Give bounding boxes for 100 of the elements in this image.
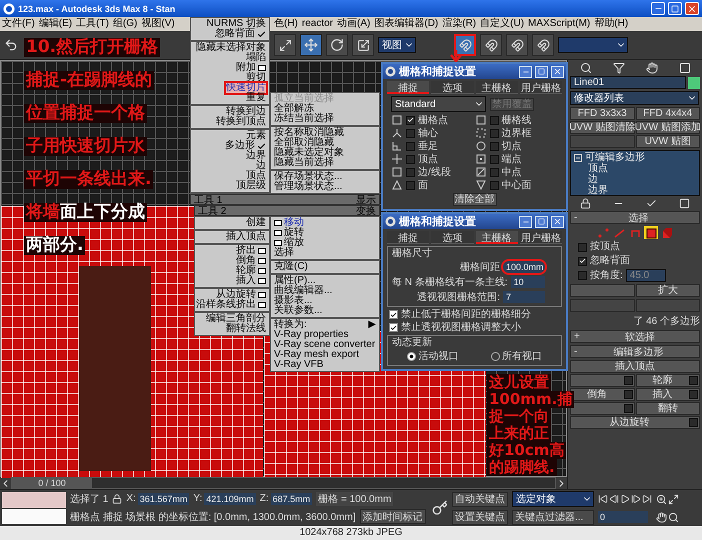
coordinate-field[interactable]: 421.109mm	[204, 492, 256, 505]
set-key-button[interactable]: 设置关键点	[452, 510, 508, 524]
menu-item[interactable]: V-Ray properties	[271, 330, 379, 340]
coordinate-field[interactable]: 361.567mm	[138, 492, 190, 505]
rotate-button[interactable]	[326, 34, 348, 56]
number-field[interactable]: 7	[503, 291, 545, 303]
menu-item[interactable]: 创建	[195, 218, 269, 228]
option-box-icon[interactable]	[258, 302, 266, 308]
modifier-button[interactable]: UVW 贴图添加	[636, 121, 700, 134]
snap-toggle-button[interactable]	[532, 34, 554, 56]
modifier-button[interactable]: UVW 贴图	[636, 135, 700, 148]
option-box-icon[interactable]	[258, 278, 266, 284]
add-time-tag-button[interactable]: 添加时间标记	[360, 509, 426, 524]
checkbox[interactable]	[406, 128, 415, 138]
sub-object-button[interactable]	[644, 226, 658, 239]
rollout-header[interactable]: - 编辑多边形	[570, 345, 700, 358]
menu-item[interactable]: 选择	[271, 248, 379, 258]
menu-item[interactable]: 顶层级	[191, 181, 269, 191]
menu-item[interactable]: V-Ray mesh export	[271, 350, 379, 360]
go-to-end-icon[interactable]	[642, 494, 652, 504]
menu-item[interactable]: 渲染(R)	[440, 17, 478, 31]
menu-item[interactable]: 动画(A)	[335, 17, 372, 31]
coordinate-field[interactable]: 687.5mm	[270, 492, 312, 505]
snap-toggle-button[interactable]	[506, 34, 528, 56]
menu-item[interactable]: 全部取消隐藏	[271, 138, 379, 148]
checkbox[interactable]	[490, 154, 498, 164]
edit-button[interactable]: 插入顶点	[570, 360, 700, 373]
checkbox[interactable]	[578, 271, 587, 280]
checkbox[interactable]	[490, 142, 498, 150]
menu-item[interactable]: 沿样条线挤出	[195, 300, 269, 310]
play-icon[interactable]	[620, 494, 630, 504]
key-filters-button[interactable]: 关键点过滤器...	[512, 510, 594, 525]
tab[interactable]: 主栅格	[476, 81, 518, 94]
menu-item[interactable]: 克隆(C)	[271, 262, 379, 272]
stack-item[interactable]: 可编辑多边形	[585, 152, 645, 163]
menu-item[interactable]: reactor	[300, 17, 336, 31]
menu-item[interactable]: 转换为: ▶	[271, 320, 379, 330]
menu-item[interactable]: 插入顶点	[195, 232, 269, 242]
stack-item[interactable]: 顶点	[588, 163, 608, 174]
menu-item[interactable]: 编辑(E)	[36, 17, 74, 31]
menu-item[interactable]: V-Ray VFB	[271, 360, 379, 370]
menu-item[interactable]: 重复	[191, 93, 269, 103]
option-box-icon[interactable]	[274, 220, 282, 226]
menu-item[interactable]: 视图(V)	[139, 17, 177, 31]
go-to-start-icon[interactable]	[598, 494, 608, 504]
menu-item[interactable]: 轮廓	[195, 266, 269, 276]
menu-item[interactable]: 顶点	[191, 171, 269, 181]
edit-button[interactable]: 从边旋转	[570, 416, 700, 429]
stack-item[interactable]: 边	[588, 174, 598, 185]
menu-item[interactable]: 插入	[195, 276, 269, 286]
object-color-swatch[interactable]	[688, 76, 700, 88]
tab[interactable]: 用户栅格	[520, 81, 562, 94]
number-field[interactable]: 10	[510, 276, 545, 288]
menu-item[interactable]: 隐藏未选择对象	[191, 43, 269, 53]
menu-item[interactable]: 工具(T)	[74, 17, 111, 31]
menu-item[interactable]: 摄影表...	[271, 296, 379, 306]
zoom-extents-icon[interactable]	[668, 494, 679, 504]
menu-item[interactable]: 属性(P)...	[271, 276, 379, 286]
menu-item[interactable]: 组(G)	[110, 17, 140, 31]
snap-toggle-button[interactable]	[480, 34, 502, 56]
frame-field[interactable]: 0	[598, 510, 648, 522]
option-box-icon[interactable]	[258, 268, 266, 274]
edit-button[interactable]: 插入	[636, 388, 700, 401]
menu-item[interactable]: 文件(F)	[0, 17, 37, 31]
checkbox[interactable]	[578, 256, 587, 266]
checkbox[interactable]	[389, 310, 398, 319]
time-slider-thumb[interactable]: 0 / 100	[12, 478, 92, 488]
undo-icon[interactable]	[4, 38, 18, 52]
tab[interactable]: 选项	[431, 81, 474, 94]
next-frame-icon[interactable]	[631, 494, 641, 504]
checkbox[interactable]	[389, 323, 398, 332]
menu-item[interactable]: 挤出	[195, 246, 269, 256]
key-mode-dropdown[interactable]: 选定对象	[512, 491, 594, 508]
menu-item[interactable]: 转换到边	[191, 107, 269, 117]
modifier-button[interactable]: FFD 3x3x3	[570, 107, 634, 120]
menu-item[interactable]: 剪切	[191, 73, 269, 83]
menu-item[interactable]: 翻转法线	[195, 324, 269, 334]
edit-button[interactable]: 翻转	[636, 402, 700, 415]
menu-item[interactable]: 色(H)	[272, 17, 300, 31]
checkbox[interactable]	[406, 154, 415, 164]
preset-dropdown[interactable]: Standard	[391, 96, 486, 112]
menu-item[interactable]: 缩放	[271, 238, 379, 248]
menu-item[interactable]: 全部解冻	[271, 104, 379, 114]
radio-button[interactable]	[407, 352, 416, 360]
menu-item[interactable]: 转换到顶点	[191, 117, 269, 127]
modifier-button[interactable]: UVW 贴图清除	[570, 121, 634, 134]
menu-item[interactable]: 自定义(U)	[478, 17, 526, 31]
menu-item[interactable]: 图表编辑器(D)	[372, 17, 440, 31]
collapse-icon[interactable]	[574, 154, 582, 162]
settings-box-icon[interactable]	[624, 404, 632, 413]
checkbox[interactable]	[490, 128, 498, 138]
region-select-button[interactable]	[274, 34, 296, 56]
tab[interactable]: 主栅格	[476, 231, 518, 244]
rollout-header[interactable]: - 选择	[570, 211, 700, 224]
object-name-field[interactable]: Line01	[570, 76, 686, 89]
zoom-icon[interactable]	[656, 494, 667, 504]
option-box-icon[interactable]	[258, 65, 266, 71]
menu-item[interactable]: 边界	[191, 151, 269, 161]
menu-item[interactable]: 移动	[271, 218, 379, 228]
checkbox[interactable]	[490, 168, 498, 176]
